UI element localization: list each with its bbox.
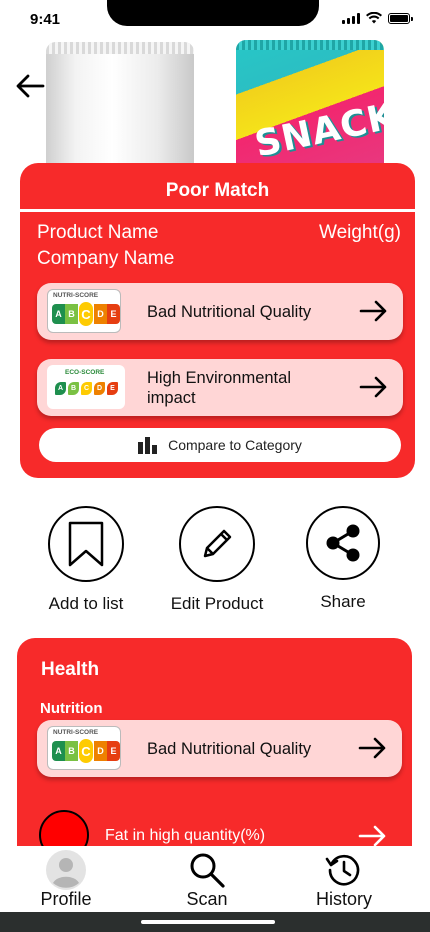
share-label: Share	[320, 592, 366, 611]
share-button[interactable]: Share	[283, 506, 403, 612]
match-divider	[20, 209, 415, 212]
edit-product-button[interactable]: Edit Product	[157, 506, 277, 614]
compare-to-category-button[interactable]: Compare to Category	[39, 428, 401, 462]
nav-scan-label: Scan	[186, 889, 228, 909]
fat-label: Fat in high quantity(%)	[105, 827, 266, 844]
profile-icon	[11, 850, 121, 890]
compare-label: Compare to Category	[168, 437, 302, 453]
back-arrow-icon[interactable]	[14, 72, 46, 100]
nav-scan[interactable]: Scan	[152, 850, 262, 910]
eco-grade-c: C	[81, 382, 92, 395]
nutrition-section-label: Nutrition	[40, 700, 103, 717]
bottom-nav: Profile Scan History	[0, 846, 430, 912]
bookmark-icon	[68, 521, 104, 567]
eco-score-grades: A B C D E	[55, 382, 118, 395]
wifi-icon	[366, 12, 382, 24]
status-time: 9:41	[30, 11, 61, 28]
nav-profile-label: Profile	[40, 889, 92, 909]
home-bar-area	[0, 912, 430, 932]
nutri-grade-d: D	[94, 741, 107, 761]
product-name: Product Name	[37, 222, 159, 243]
search-icon	[152, 850, 262, 890]
nutri-grade-d: D	[94, 304, 107, 324]
product-weight: Weight(g)	[318, 222, 401, 243]
cellular-signal-icon	[342, 12, 360, 24]
battery-icon	[388, 12, 413, 24]
eco-grade-e: E	[107, 382, 118, 395]
nav-history-label: History	[315, 889, 372, 909]
nutri-score-button[interactable]: NUTRI-SCORE A B C D E Bad Nutritional Qu…	[37, 283, 403, 340]
arrow-right-icon	[359, 300, 387, 322]
health-nutri-score-label: Bad Nutritional Quality	[147, 740, 312, 758]
eco-score-button[interactable]: ECO-SCORE A B C D E High Environmental i…	[37, 359, 403, 416]
pencil-icon	[203, 529, 232, 558]
edit-product-label: Edit Product	[170, 594, 264, 613]
company-name: Company Name	[37, 248, 175, 269]
nutri-grade-c-selected: C	[78, 738, 94, 764]
history-icon	[289, 850, 399, 890]
nutri-grade-a: A	[52, 304, 65, 324]
nutri-grade-b: B	[65, 741, 78, 761]
nutri-grade-e: E	[107, 741, 120, 761]
nutri-score-grades: A B C D E	[52, 301, 120, 327]
edit-product-circle	[179, 506, 255, 582]
nav-history[interactable]: History	[289, 850, 399, 910]
nutri-grade-a: A	[52, 741, 65, 761]
nav-profile[interactable]: Profile	[11, 850, 121, 910]
status-bar: 9:41	[0, 0, 430, 40]
eco-score-label-line1: High Environmental	[147, 369, 291, 387]
add-to-list-button[interactable]: Add to list	[26, 506, 146, 614]
nutri-grade-c-selected: C	[78, 301, 94, 327]
eco-score-label-line2: impact	[147, 389, 196, 407]
nutri-score-logo: NUTRI-SCORE A B C D E	[47, 726, 121, 770]
nutri-score-logo-label: NUTRI-SCORE	[53, 729, 99, 736]
arrow-right-icon	[358, 737, 386, 759]
match-title: Poor Match	[165, 180, 270, 201]
product-image-back: SNACK	[236, 40, 384, 168]
eco-grade-a: A	[55, 382, 66, 395]
eco-grade-b: B	[68, 382, 79, 395]
camera-notch	[107, 0, 319, 26]
nutri-grade-e: E	[107, 304, 120, 324]
share-icon	[326, 524, 360, 562]
add-to-list-circle	[48, 506, 124, 582]
nutri-score-label: Bad Nutritional Quality	[147, 303, 312, 321]
nutri-score-logo-label: NUTRI-SCORE	[53, 292, 99, 299]
snack-pack-text: SNACK	[251, 95, 384, 166]
eco-score-logo-label: ECO-SCORE	[65, 369, 105, 376]
nutri-grade-b: B	[65, 304, 78, 324]
eco-score-logo: ECO-SCORE A B C D E	[47, 365, 125, 409]
match-card: Poor Match Product Name Company Name Wei…	[20, 163, 415, 478]
status-icons	[342, 12, 413, 24]
arrow-right-icon	[359, 376, 387, 398]
bar-chart-icon	[138, 436, 158, 454]
eco-grade-d: D	[94, 382, 105, 395]
home-indicator[interactable]	[141, 920, 275, 924]
nutri-score-grades: A B C D E	[52, 738, 120, 764]
product-image-front	[46, 42, 194, 168]
add-to-list-label: Add to list	[48, 594, 124, 613]
share-circle	[306, 506, 380, 580]
health-title: Health	[41, 659, 100, 680]
health-nutri-score-button[interactable]: NUTRI-SCORE A B C D E Bad Nutritional Qu…	[37, 720, 402, 777]
nutri-score-logo: NUTRI-SCORE A B C D E	[47, 289, 121, 333]
eco-score-label: High Environmental impact	[147, 368, 291, 408]
